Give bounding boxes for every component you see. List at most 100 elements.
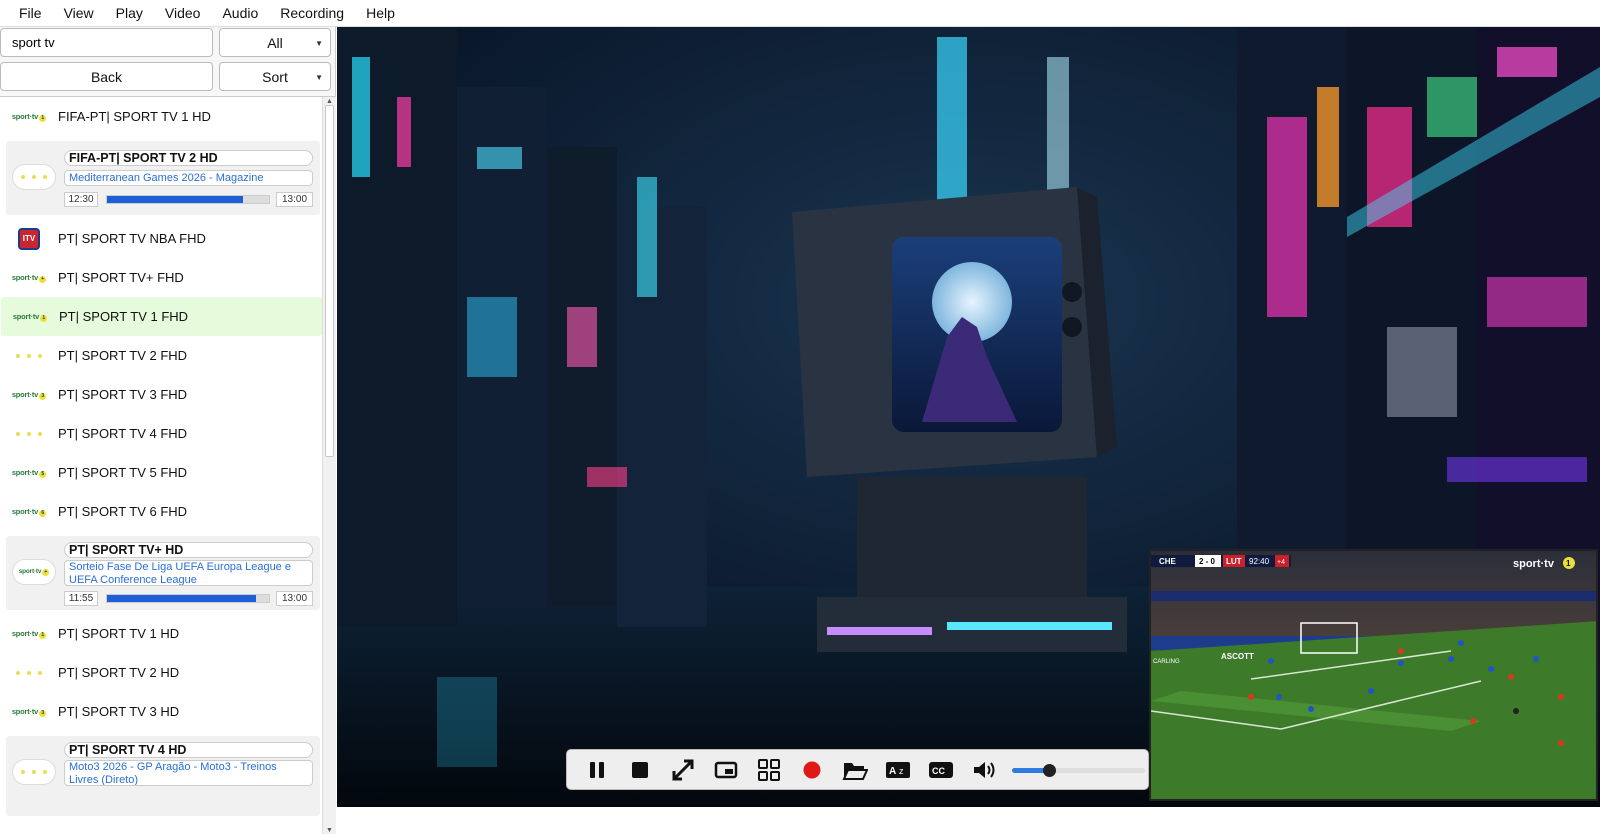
channel-name: PT| SPORT TV NBA FHD <box>58 231 206 246</box>
pause-icon[interactable] <box>580 753 613 786</box>
channel-name: PT| SPORT TV 1 FHD <box>59 309 189 324</box>
sporttv-3-logo: sport·tv 3 <box>0 390 58 400</box>
volume-knob[interactable] <box>1043 763 1057 777</box>
channel-name: PT| SPORT TV 2 FHD <box>58 348 188 363</box>
menu-video[interactable]: Video <box>154 0 212 27</box>
back-button[interactable]: Back <box>0 62 213 91</box>
channel-name: PT| SPORT TV 3 FHD <box>58 387 188 402</box>
menu-bar: File View Play Video Audio Recording Hel… <box>0 0 1600 27</box>
card-program-title: Moto3 2026 - GP Aragão - Moto3 - Treinos… <box>64 760 313 786</box>
scroll-up-icon[interactable]: ▲ <box>326 98 333 105</box>
menu-file[interactable]: File <box>8 0 53 27</box>
channel-row[interactable]: sport·tv 1 PT| SPORT TV 1 HD <box>0 614 322 653</box>
sporttv-1-logo: sport·tv 1 <box>1 312 59 322</box>
group-filter-select[interactable]: All ▼ <box>219 28 331 57</box>
channel-card[interactable]: sport·tv + PT| SPORT TV+ HD Sorteio Fase … <box>6 536 320 610</box>
channel-row[interactable]: PT| SPORT TV 2 HD <box>0 653 322 692</box>
dots-logo <box>12 759 56 785</box>
fullscreen-icon[interactable] <box>666 753 699 786</box>
svg-text:z: z <box>899 766 904 776</box>
sort-select[interactable]: Sort ▼ <box>219 62 331 91</box>
pip-channel-logo: sport·tv <box>1513 558 1555 570</box>
menu-view[interactable]: View <box>53 0 105 27</box>
channel-row[interactable]: PT| SPORT TV 2 FHD <box>0 336 322 375</box>
channel-name: PT| SPORT TV 5 FHD <box>58 465 188 480</box>
scrollbar-thumb[interactable] <box>325 105 334 457</box>
sporttv-1-logo: sport·tv 1 <box>0 112 58 122</box>
chevron-down-icon: ▼ <box>315 39 323 48</box>
channel-sidebar: All ▼ Back Sort ▼ sport·tv1 FIFA-PT| SPO… <box>0 27 336 834</box>
card-channel-name: FIFA-PT| SPORT TV 2 HD <box>64 150 313 166</box>
audio-track-icon[interactable]: Az <box>881 753 914 786</box>
channel-name: PT| SPORT TV 3 HD <box>58 704 180 719</box>
channel-row-selected[interactable]: sport·tv 1 PT| SPORT TV 1 FHD <box>1 297 322 336</box>
subtitles-icon[interactable]: CC <box>924 753 957 786</box>
channel-card[interactable]: FIFA-PT| SPORT TV 2 HD Mediterranean Gam… <box>6 141 320 215</box>
pip-home-team: CHE <box>1159 557 1177 566</box>
nba-tv-logo: ITV <box>0 227 58 250</box>
menu-audio[interactable]: Audio <box>211 0 269 27</box>
open-folder-icon[interactable] <box>838 753 871 786</box>
program-start-time: 12:30 <box>64 192 98 207</box>
grid-icon[interactable] <box>752 753 785 786</box>
channel-row[interactable]: ITV PT| SPORT TV NBA FHD <box>0 219 322 258</box>
svg-text:A: A <box>889 766 896 777</box>
sporttv-plus-logo: sport·tv + <box>0 273 58 283</box>
record-icon[interactable] <box>795 753 828 786</box>
sporttv-6-logo: sport·tv 6 <box>0 507 58 517</box>
channel-list[interactable]: sport·tv 1 FIFA-PT| SPORT TV 1 HD FIFA-PT… <box>0 96 336 834</box>
stop-icon[interactable] <box>623 753 656 786</box>
program-end-time: 13:00 <box>276 591 313 606</box>
channel-row[interactable]: sport·tv 3 PT| SPORT TV 3 HD <box>0 692 322 731</box>
card-channel-name: PT| SPORT TV+ HD <box>64 542 313 558</box>
sporttv-5-logo: sport·tv 5 <box>0 468 58 478</box>
menu-help[interactable]: Help <box>355 0 406 27</box>
channel-row[interactable]: sport·tv 5 PT| SPORT TV 5 FHD <box>0 453 322 492</box>
card-program-title: Mediterranean Games 2026 - Magazine <box>64 170 313 186</box>
channel-name: PT| SPORT TV 1 HD <box>58 626 180 641</box>
channel-name: PT| SPORT TV 2 HD <box>58 665 180 680</box>
pip-football-match: CHE 2 - 0 LUT 92:40 +4 sport·tv 1 ASCOTT… <box>1151 551 1596 799</box>
pip-away-team: LUT <box>1226 557 1242 566</box>
video-player[interactable]: CHE 2 - 0 LUT 92:40 +4 sport·tv 1 ASCOTT… <box>337 27 1600 807</box>
dots-logo <box>0 431 58 436</box>
menu-recording[interactable]: Recording <box>269 0 355 27</box>
sort-value: Sort <box>262 68 288 85</box>
pip-added-time: +4 <box>1277 559 1285 566</box>
pip-score: 2 - 0 <box>1199 557 1216 566</box>
pip-window[interactable]: CHE 2 - 0 LUT 92:40 +4 sport·tv 1 ASCOTT… <box>1149 549 1598 801</box>
volume-slider[interactable] <box>1012 762 1145 778</box>
channel-card[interactable]: PT| SPORT TV 4 HD Moto3 2026 - GP Aragão… <box>6 736 320 816</box>
pip-icon[interactable] <box>709 753 742 786</box>
search-input[interactable] <box>0 28 213 57</box>
pip-board-2: CARLING <box>1153 659 1180 665</box>
channel-name: FIFA-PT| SPORT TV 1 HD <box>58 109 211 124</box>
dots-logo <box>0 670 58 675</box>
channel-row[interactable]: sport·tv 3 PT| SPORT TV 3 FHD <box>0 375 322 414</box>
pip-clock: 92:40 <box>1249 557 1270 566</box>
dots-logo <box>0 353 58 358</box>
program-end-time: 13:00 <box>276 192 313 207</box>
card-channel-name: PT| SPORT TV 4 HD <box>64 742 313 758</box>
menu-play[interactable]: Play <box>105 0 154 27</box>
chevron-down-icon: ▼ <box>315 73 323 82</box>
channel-name: PT| SPORT TV+ FHD <box>58 270 184 285</box>
group-filter-value: All <box>267 34 283 51</box>
volume-icon[interactable] <box>967 753 1000 786</box>
pip-board-1: ASCOTT <box>1221 652 1254 661</box>
dots-logo <box>12 164 56 190</box>
pip-channel-number: 1 <box>1566 559 1571 568</box>
channel-row[interactable]: PT| SPORT TV 4 FHD <box>0 414 322 453</box>
sporttv-plus-logo: sport·tv + <box>12 559 56 585</box>
channel-name: PT| SPORT TV 6 FHD <box>58 504 188 519</box>
scroll-down-icon[interactable]: ▼ <box>326 827 333 834</box>
channel-row[interactable]: sport·tv 1 FIFA-PT| SPORT TV 1 HD <box>0 97 322 136</box>
card-program-title: Sorteio Fase De Liga UEFA Europa League … <box>64 560 313 586</box>
channel-list-scrollbar[interactable]: ▲ ▼ <box>322 97 336 834</box>
program-progress-bar <box>106 594 270 603</box>
channel-row[interactable]: sport·tv 6 PT| SPORT TV 6 FHD <box>0 492 322 531</box>
playback-controls: Az CC <box>566 749 1149 790</box>
program-progress-bar <box>106 195 270 204</box>
channel-row[interactable]: sport·tv + PT| SPORT TV+ FHD <box>0 258 322 297</box>
sporttv-1-logo: sport·tv 1 <box>0 629 58 639</box>
